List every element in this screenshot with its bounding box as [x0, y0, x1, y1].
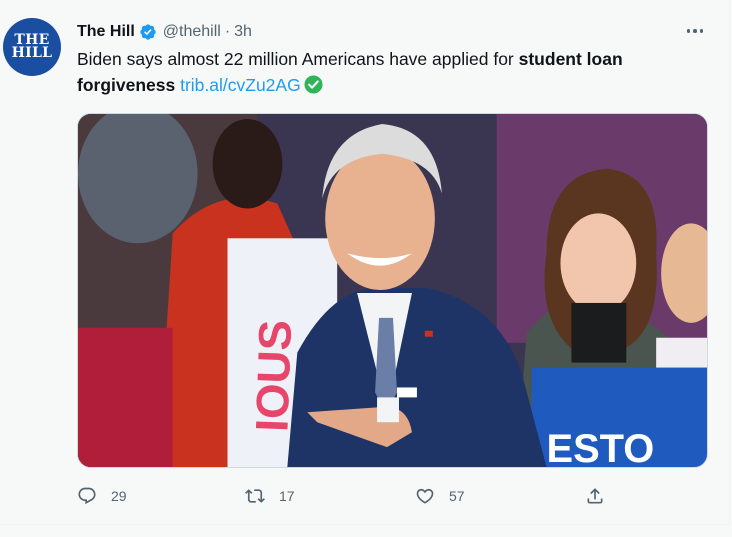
author-handle[interactable]: @thehill [163, 23, 221, 41]
heart-icon [416, 488, 434, 504]
reply-count: 29 [111, 488, 127, 504]
tweet-text: Biden says almost 22 million Americans h… [77, 46, 697, 98]
svg-text:ESTO: ESTO [547, 427, 655, 467]
more-dot-icon [686, 29, 691, 33]
avatar-text-line2: HILL [11, 45, 53, 61]
tweet-text-plain: Biden says almost 22 million Americans h… [77, 49, 519, 69]
tweet-header: The Hill @thehill · 3h [77, 21, 252, 43]
separator-dot: · [224, 23, 231, 40]
more-options-button[interactable] [681, 21, 709, 41]
share-button[interactable] [585, 484, 605, 508]
retweet-button[interactable]: 17 [245, 484, 295, 508]
reply-button[interactable]: 29 [77, 484, 127, 508]
more-dot-icon [693, 29, 697, 33]
check-mark-emoji-icon [304, 75, 323, 94]
share-icon [587, 488, 603, 504]
like-count: 57 [449, 488, 465, 504]
tweet-actions: 29 17 57 [77, 484, 617, 508]
like-button[interactable]: 57 [415, 484, 465, 508]
tweet-card[interactable]: THE HILL The Hill @thehill · 3h Biden sa… [0, 0, 730, 525]
avatar[interactable]: THE HILL [3, 18, 61, 76]
tweet-link[interactable]: trib.al/cvZu2AG [180, 75, 301, 95]
author-name[interactable]: The Hill [77, 23, 135, 41]
retweet-icon [245, 489, 265, 503]
tweet-timestamp[interactable]: 3h [234, 23, 252, 41]
verified-badge-icon [140, 24, 156, 40]
reply-icon [78, 487, 96, 505]
retweet-count: 17 [279, 488, 295, 504]
more-dot-icon [699, 29, 704, 33]
photo-illustration: IOUS ESTO [78, 114, 707, 467]
tweet-photo[interactable]: IOUS ESTO [77, 113, 708, 468]
